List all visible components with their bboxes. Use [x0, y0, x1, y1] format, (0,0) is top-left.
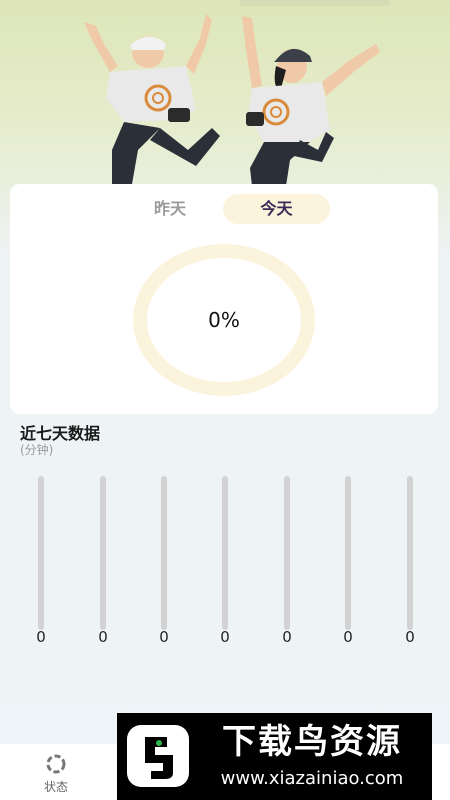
bar-day-2: 0: [88, 470, 118, 650]
tab-today[interactable]: 今天: [223, 194, 330, 224]
bar-day-4: 0: [210, 470, 240, 650]
bar-value: 0: [282, 628, 292, 646]
bar-day-3: 0: [149, 470, 179, 650]
bar-day-7: 0: [395, 470, 425, 650]
status-icon: [46, 754, 66, 774]
person-left: [84, 14, 220, 184]
bar-track: [38, 476, 44, 630]
bar-track: [345, 476, 351, 630]
progress-percent: 0%: [208, 308, 240, 332]
bird-logo-icon: [127, 725, 189, 787]
bar-value: 0: [220, 628, 230, 646]
bar-value: 0: [159, 628, 169, 646]
tab-yesterday[interactable]: 昨天: [130, 194, 210, 224]
hero-illustration: [0, 0, 450, 190]
nav-item-status[interactable]: 状态: [30, 750, 82, 798]
day-tabs: 昨天 今天: [10, 194, 438, 224]
nav-label-status: 状态: [43, 780, 68, 794]
app-screen: 昨天 今天 0% 近七天数据 (分钟) 0 0 0 0 0 0 0 状态 下载鸟…: [0, 0, 450, 800]
person-right: [242, 16, 380, 186]
bar-day-5: 0: [272, 470, 302, 650]
bar-value: 0: [98, 628, 108, 646]
bar-value: 0: [343, 628, 353, 646]
jumping-people-illustration: [84, 0, 390, 186]
watermark-banner: 下载鸟资源 www.xiazainiao.com: [117, 713, 432, 800]
daily-progress-card: 昨天 今天 0%: [10, 184, 438, 414]
watermark-title: 下载鸟资源: [222, 722, 402, 762]
weekly-bar-chart: 0 0 0 0 0 0 0: [0, 470, 450, 650]
bar-value: 0: [405, 628, 415, 646]
bar-day-1: 0: [26, 470, 56, 650]
bar-track: [222, 476, 228, 630]
weekly-unit: (分钟): [20, 443, 54, 457]
progress-ring: 0%: [132, 244, 316, 396]
bar-track: [284, 476, 290, 630]
watermark-url: www.xiazainiao.com: [220, 768, 404, 789]
bar-track: [407, 476, 413, 630]
bar-track: [161, 476, 167, 630]
bar-day-6: 0: [333, 470, 363, 650]
bar-track: [100, 476, 106, 630]
bar-value: 0: [36, 628, 46, 646]
